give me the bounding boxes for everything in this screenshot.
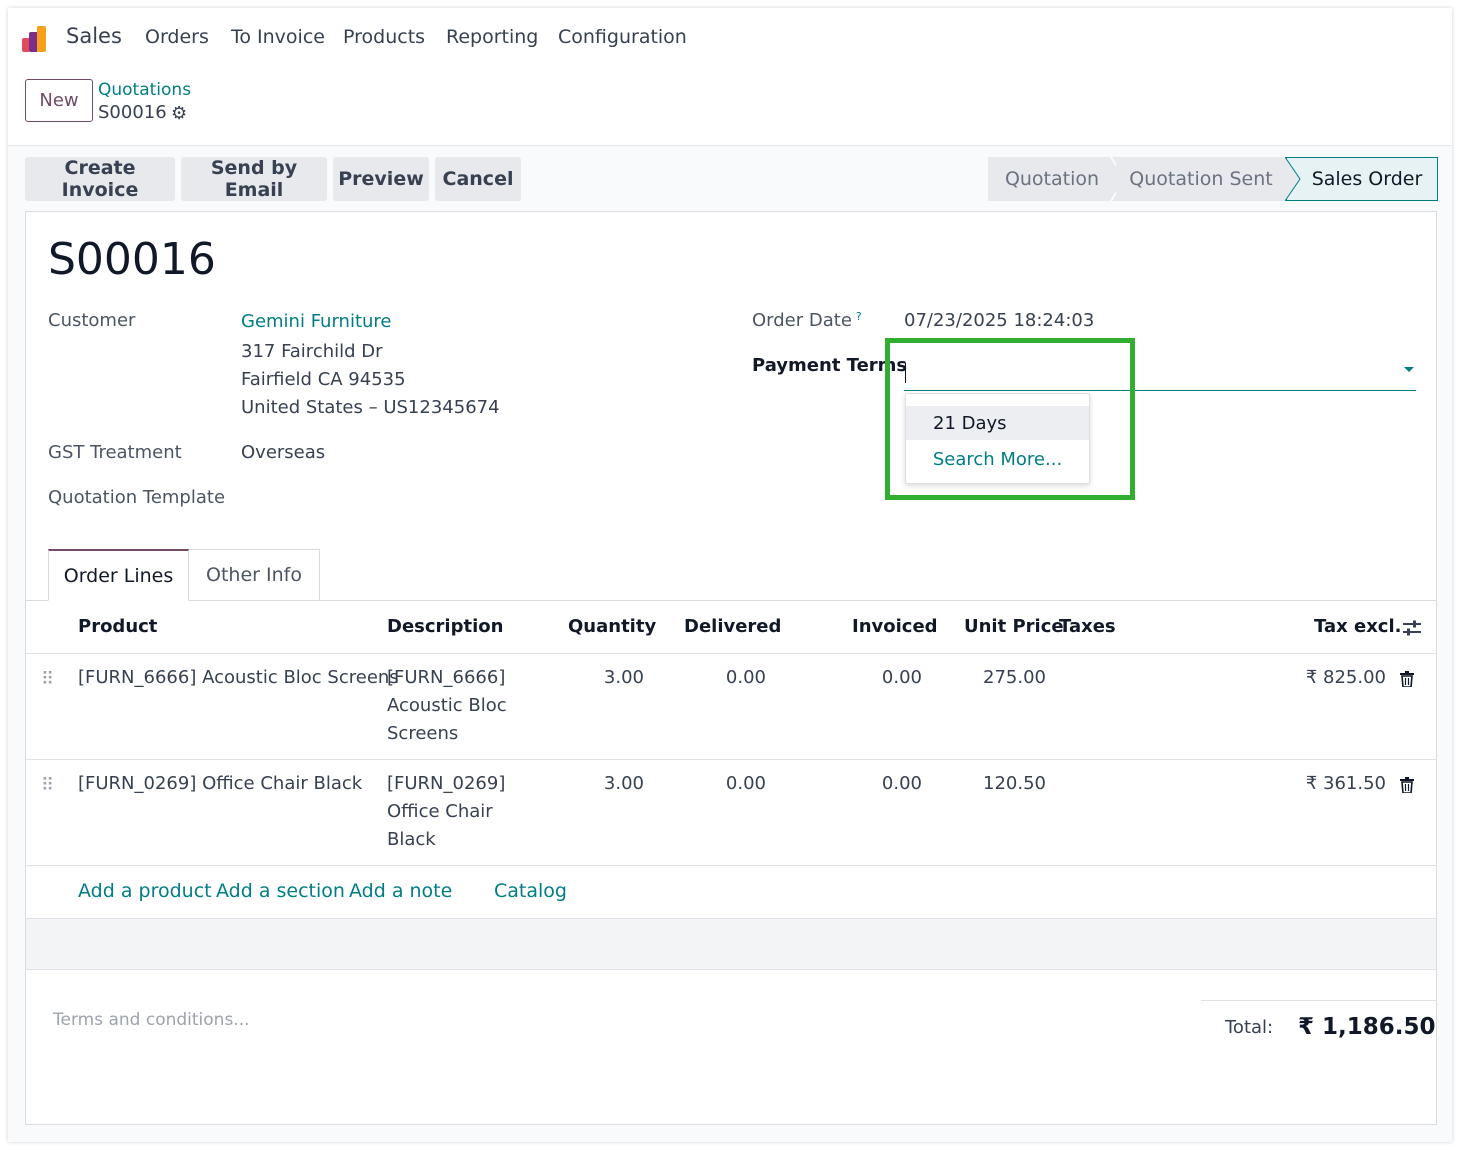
tab-divider [26, 600, 1436, 601]
col-delivered[interactable]: Delivered [684, 616, 781, 637]
table-footer-band [26, 919, 1436, 969]
help-icon[interactable]: ? [856, 310, 862, 323]
row-1-invoiced[interactable]: 0.00 [842, 664, 922, 692]
drag-handle-icon[interactable]: ⠿ [41, 669, 54, 690]
stage-quotation-sent[interactable]: Quotation Sent [1116, 157, 1286, 201]
nav-products[interactable]: Products [343, 26, 425, 48]
nav-reporting[interactable]: Reporting [446, 26, 538, 48]
col-description[interactable]: Description [387, 616, 503, 637]
row-separator [26, 865, 1436, 866]
row-1-unit-price[interactable]: 275.00 [946, 664, 1046, 692]
row-separator [26, 653, 1436, 654]
row-2-unit-price[interactable]: 120.50 [946, 770, 1046, 798]
quotation-template-label: Quotation Template [48, 487, 226, 508]
row-2-description-line-2[interactable]: Office Chair [387, 798, 493, 826]
control-panel: New Quotations S00016 ⚙ [8, 70, 1452, 146]
address-line-1: 317 Fairchild Dr [241, 341, 383, 362]
top-navbar: Sales Orders To Invoice Products Reporti… [8, 8, 1452, 70]
add-section-link[interactable]: Add a section [216, 880, 345, 902]
total-amount: ₹ 1,186.50 [1298, 1014, 1436, 1040]
row-separator [26, 969, 1436, 970]
sales-app-icon[interactable] [22, 24, 54, 52]
row-1-product[interactable]: [FURN_6666] Acoustic Bloc Screens [78, 664, 399, 692]
terms-and-conditions-field[interactable]: Terms and conditions... [53, 1010, 250, 1030]
total-divider [1201, 1000, 1436, 1001]
stage-sales-order[interactable]: Sales Order [1286, 157, 1438, 201]
new-button[interactable]: New [25, 79, 93, 122]
optional-columns-icon[interactable] [1402, 619, 1422, 637]
order-date-value[interactable]: 07/23/2025 18:24:03 [904, 310, 1094, 331]
trash-icon[interactable] [1400, 777, 1414, 793]
cancel-button[interactable]: Cancel [435, 157, 521, 201]
status-bar: Quotation Quotation Sent Sales Order [988, 157, 1438, 201]
app-window: Sales Orders To Invoice Products Reporti… [8, 8, 1452, 1142]
row-2-product[interactable]: [FURN_0269] Office Chair Black [78, 770, 362, 798]
customer-label: Customer [48, 310, 136, 331]
drag-handle-icon[interactable]: ⠿ [41, 775, 54, 796]
row-1-description-line-2[interactable]: Acoustic Bloc [387, 692, 507, 720]
col-product[interactable]: Product [78, 616, 157, 637]
add-note-link[interactable]: Add a note [349, 880, 452, 902]
customer-link[interactable]: Gemini Furniture [241, 311, 392, 332]
gst-treatment-value[interactable]: Overseas [241, 442, 325, 463]
create-invoice-button[interactable]: Create Invoice [25, 157, 175, 201]
stage-arrow-icon [1285, 157, 1301, 201]
catalog-link[interactable]: Catalog [494, 880, 567, 902]
row-2-description-line-3[interactable]: Black [387, 826, 436, 854]
tab-order-lines[interactable]: Order Lines [48, 549, 189, 601]
row-1-delivered[interactable]: 0.00 [686, 664, 766, 692]
nav-to-invoice[interactable]: To Invoice [231, 26, 325, 48]
stage-quotation[interactable]: Quotation [988, 157, 1116, 201]
highlight-annotation [885, 338, 1135, 500]
send-by-email-button[interactable]: Send by Email [181, 157, 327, 201]
row-separator [26, 759, 1436, 760]
row-2-invoiced[interactable]: 0.00 [842, 770, 922, 798]
page-title: S00016 [48, 234, 216, 285]
payment-terms-label: Payment Terms [752, 355, 908, 376]
nav-app-name[interactable]: Sales [66, 24, 122, 48]
form-sheet: S00016 Customer Gemini Furniture 317 Fai… [25, 211, 1437, 1125]
breadcrumb-quotations[interactable]: Quotations [98, 80, 191, 100]
col-taxes[interactable]: Taxes [1059, 616, 1116, 637]
col-unit-price[interactable]: Unit Price [964, 616, 1064, 637]
row-1-description-line-1[interactable]: [FURN_6666] [387, 664, 505, 692]
tab-other-info[interactable]: Other Info [188, 549, 320, 601]
gear-icon[interactable]: ⚙ [171, 103, 187, 124]
address-line-2: Fairfield CA 94535 [241, 369, 406, 390]
row-1-subtotal: ₹ 825.00 [1305, 667, 1386, 688]
row-2-quantity[interactable]: 3.00 [566, 770, 644, 798]
col-invoiced[interactable]: Invoiced [852, 616, 938, 637]
address-line-3: United States – US12345674 [241, 397, 500, 418]
row-2-delivered[interactable]: 0.00 [686, 770, 766, 798]
nav-orders[interactable]: Orders [145, 26, 209, 48]
col-quantity[interactable]: Quantity [568, 616, 656, 637]
row-2-description-line-1[interactable]: [FURN_0269] [387, 770, 505, 798]
row-2-subtotal: ₹ 361.50 [1305, 773, 1386, 794]
row-1-description-line-3[interactable]: Screens [387, 720, 458, 748]
order-date-label: Order Date? [752, 310, 862, 331]
row-1-quantity[interactable]: 3.00 [566, 664, 644, 692]
add-product-link[interactable]: Add a product [78, 880, 212, 902]
gst-treatment-label: GST Treatment [48, 442, 182, 463]
col-tax-excl[interactable]: Tax excl. [1314, 616, 1401, 637]
chevron-down-icon[interactable] [1404, 367, 1414, 372]
breadcrumb-current: S00016 [98, 102, 167, 123]
preview-button[interactable]: Preview [333, 157, 429, 201]
nav-configuration[interactable]: Configuration [558, 26, 687, 48]
total-label: Total: [1225, 1017, 1274, 1038]
trash-icon[interactable] [1400, 671, 1414, 687]
